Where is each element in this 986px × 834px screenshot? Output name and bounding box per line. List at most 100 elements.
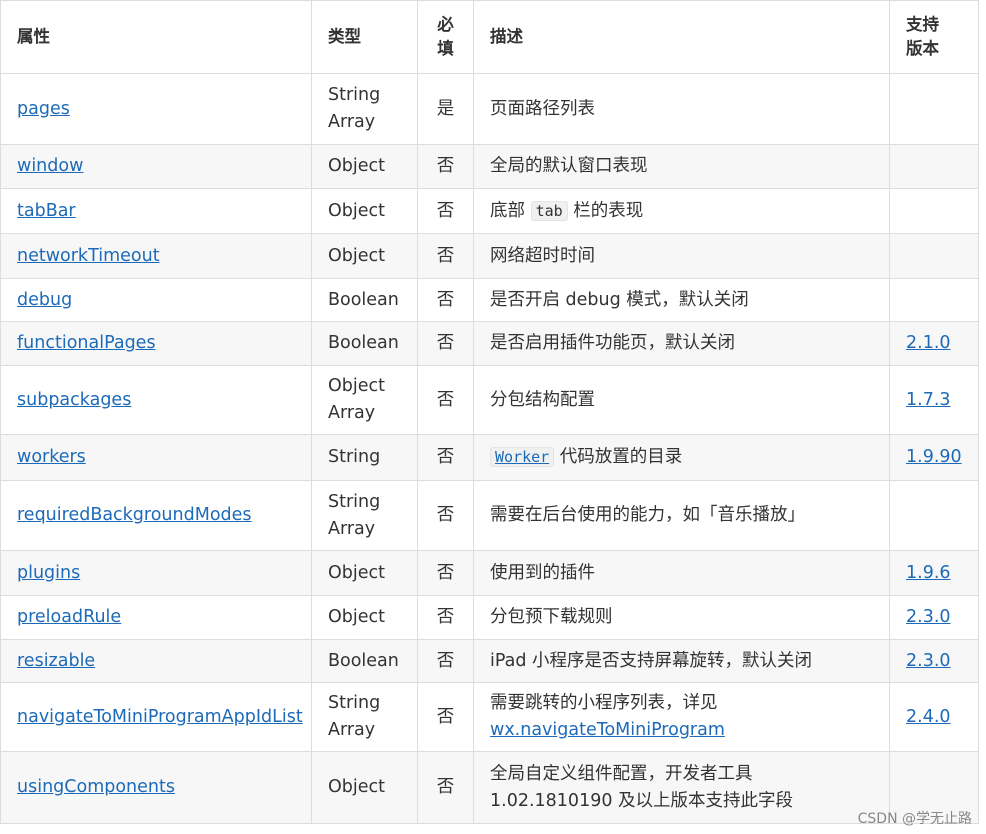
- header-version: 支持版本: [889, 0, 979, 74]
- property-cell: tabBar: [0, 188, 312, 234]
- type-value: String: [328, 491, 381, 512]
- inline-code-link[interactable]: Worker: [490, 447, 555, 467]
- version-cell: 2.3.0: [889, 639, 979, 683]
- property-link[interactable]: usingComponents: [17, 777, 175, 797]
- property-link[interactable]: pages: [17, 99, 70, 119]
- type-value: Array: [328, 403, 376, 423]
- description-link[interactable]: wx.navigateToMiniProgram: [490, 720, 725, 740]
- description-cell: 底部 tab 栏的表现: [473, 188, 890, 234]
- description-text: 需要在后台使用的能力，如「音乐播放」: [490, 505, 805, 525]
- description-text: 需要跳转的小程序列表，详见: [490, 693, 718, 713]
- description-cell: 是否启用插件功能页，默认关闭: [473, 321, 890, 366]
- description-text: 分包预下载规则: [490, 607, 613, 627]
- description-cell: 全局的默认窗口表现: [473, 144, 890, 189]
- description-text: 全局自定义组件配置，开发者工具: [490, 763, 753, 784]
- type-value: String: [328, 693, 381, 713]
- property-link[interactable]: debug: [17, 290, 72, 310]
- description-cell: 全局自定义组件配置，开发者工具 1.02.1810190 及以上版本支持此字段: [473, 751, 890, 824]
- version-link[interactable]: 1.9.6: [906, 563, 951, 583]
- version-link[interactable]: 2.1.0: [906, 333, 951, 353]
- description-text: iPad 小程序是否支持屏幕旋转，默认关闭: [490, 650, 813, 671]
- type-value: Object: [328, 200, 385, 221]
- version-link[interactable]: 2.3.0: [906, 651, 951, 671]
- version-cell: [889, 480, 979, 551]
- description-cell: 分包预下载规则: [473, 595, 890, 640]
- property-link[interactable]: subpackages: [17, 390, 131, 410]
- property-cell: window: [0, 144, 312, 189]
- property-cell: resizable: [0, 639, 312, 683]
- description-text: 页面路径列表: [490, 98, 595, 119]
- required-cell: 否: [417, 188, 474, 234]
- version-cell: 1.9.90: [889, 434, 979, 481]
- version-cell: 2.3.0: [889, 595, 979, 640]
- header-version-text: 支持版本: [906, 15, 939, 58]
- property-cell: workers: [0, 434, 312, 481]
- description-cell: 需要在后台使用的能力，如「音乐播放」: [473, 480, 890, 551]
- description-text: 代码放置的目录: [554, 447, 683, 467]
- property-link[interactable]: resizable: [17, 651, 95, 671]
- description-cell: Worker 代码放置的目录: [473, 434, 890, 481]
- property-cell: preloadRule: [0, 595, 312, 640]
- type-cell: Object: [311, 751, 418, 824]
- type-value: Boolean: [328, 650, 399, 671]
- table-row: subpackages Object Array 否分包结构配置 1.7.3: [0, 365, 979, 435]
- version-link[interactable]: 1.9.90: [906, 447, 962, 467]
- table-row: tabBar Object 否底部 tab 栏的表现: [0, 188, 979, 234]
- required-cell: 否: [417, 550, 474, 596]
- property-link[interactable]: workers: [17, 447, 86, 467]
- version-link[interactable]: 1.7.3: [906, 390, 951, 410]
- required-cell: 否: [417, 639, 474, 683]
- type-value: Object: [328, 607, 385, 627]
- version-cell: [889, 233, 979, 279]
- type-value: Array: [328, 720, 376, 740]
- required-cell: 否: [417, 321, 474, 366]
- description-text: 是否启用插件功能页，默认关闭: [490, 333, 735, 353]
- type-value: Array: [328, 518, 376, 539]
- property-link[interactable]: requiredBackgroundModes: [17, 505, 252, 525]
- version-cell: 2.4.0: [889, 682, 979, 752]
- version-cell: 1.9.6: [889, 550, 979, 596]
- description-cell: iPad 小程序是否支持屏幕旋转，默认关闭: [473, 639, 890, 683]
- table-header-row: 属性 类型 必填 描述 支持版本: [0, 0, 979, 74]
- header-property: 属性: [0, 0, 312, 74]
- version-cell: [889, 278, 979, 322]
- property-cell: navigateToMiniProgramAppIdList: [0, 682, 312, 752]
- inline-code: tab: [530, 200, 568, 221]
- property-link[interactable]: preloadRule: [17, 607, 121, 627]
- type-value: Object: [328, 156, 385, 176]
- description-cell: 是否开启 debug 模式，默认关闭: [473, 278, 890, 322]
- type-value: Object: [328, 245, 385, 266]
- property-cell: functionalPages: [0, 321, 312, 366]
- property-link[interactable]: functionalPages: [17, 333, 156, 353]
- version-link[interactable]: 2.4.0: [906, 707, 951, 727]
- header-required-text: 必填: [437, 15, 454, 58]
- version-cell: [889, 73, 979, 145]
- required-cell: 否: [417, 434, 474, 481]
- table-row: functionalPages Boolean 否是否启用插件功能页，默认关闭 2.1…: [0, 321, 979, 366]
- property-cell: networkTimeout: [0, 233, 312, 279]
- required-cell: 否: [417, 365, 474, 435]
- property-link[interactable]: networkTimeout: [17, 246, 160, 266]
- type-value: Object: [328, 562, 385, 583]
- property-link[interactable]: window: [17, 156, 83, 176]
- config-table: 属性 类型 必填 描述 支持版本 pages String Array 是页面路径列表…: [0, 0, 979, 824]
- header-type: 类型: [311, 0, 418, 74]
- description-cell: 需要跳转的小程序列表，详见 wx.navigateToMiniProgram: [473, 682, 890, 752]
- watermark: CSDN @学无止路: [857, 811, 972, 827]
- type-value: String: [328, 85, 381, 105]
- required-cell: 否: [417, 144, 474, 189]
- type-cell: Object: [311, 595, 418, 640]
- property-link[interactable]: plugins: [17, 563, 80, 583]
- description-text: 是否开启 debug 模式，默认关闭: [490, 289, 749, 310]
- property-link[interactable]: tabBar: [17, 201, 76, 221]
- description-cell: 页面路径列表: [473, 73, 890, 145]
- required-cell: 否: [417, 595, 474, 640]
- table-row: networkTimeout Object 否网络超时时间: [0, 233, 979, 279]
- property-link[interactable]: navigateToMiniProgramAppIdList: [17, 707, 303, 727]
- type-value: Object: [328, 376, 385, 396]
- property-cell: requiredBackgroundModes: [0, 480, 312, 551]
- type-cell: Object: [311, 550, 418, 596]
- table-row: resizable Boolean 否 iPad 小程序是否支持屏幕旋转，默认关闭 2.…: [0, 639, 979, 683]
- version-cell: [889, 188, 979, 234]
- version-link[interactable]: 2.3.0: [906, 607, 951, 627]
